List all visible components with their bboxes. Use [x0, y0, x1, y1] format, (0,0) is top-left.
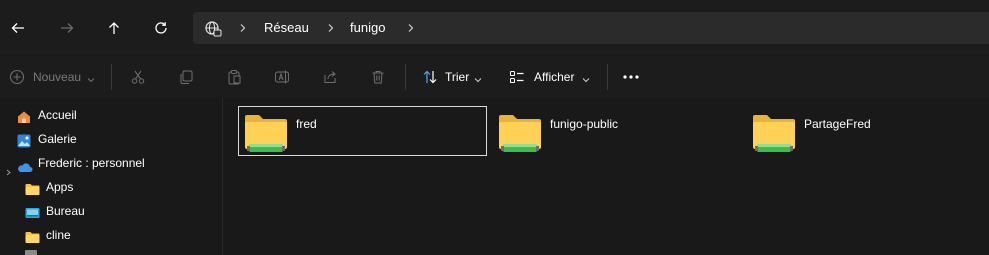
- back-button[interactable]: [4, 14, 32, 42]
- list-item-folder-fred[interactable]: fred: [238, 106, 487, 156]
- onedrive-cloud-icon: [17, 157, 33, 172]
- sidebar-item-cline[interactable]: cline: [0, 223, 222, 247]
- sort-arrows-icon: [418, 66, 442, 88]
- toolbar-divider: [607, 64, 608, 90]
- partial-sidebar-icon: [25, 250, 37, 255]
- arrow-left-icon: [11, 23, 24, 33]
- shared-folder-icon: [244, 113, 288, 153]
- desktop-icon: [25, 204, 40, 218]
- shared-folder-icon: [498, 113, 542, 153]
- sidebar-item-onedrive[interactable]: Frederic : personnel: [0, 151, 222, 176]
- view-button[interactable]: Afficher: [503, 56, 598, 98]
- command-toolbar: Nouveau Trier Afficher: [0, 56, 989, 98]
- chevron-down-icon: [582, 73, 590, 87]
- shared-folder-icon: [752, 113, 796, 153]
- breadcrumb-dropdown-chevron-icon[interactable]: [406, 12, 416, 44]
- home-icon: [17, 108, 31, 123]
- plus-circle-icon: [5, 66, 29, 88]
- share-icon[interactable]: [318, 66, 342, 88]
- arrow-right-icon: [61, 23, 74, 33]
- view-button-label: Afficher: [534, 70, 575, 84]
- list-item-folder-partagefred[interactable]: PartageFred: [746, 106, 989, 156]
- breadcrumb-reseau[interactable]: Réseau: [264, 12, 309, 44]
- chevron-down-icon: [87, 73, 95, 87]
- chevron-down-icon: [474, 73, 482, 87]
- navigation-pane: Accueil Galerie Frederic : personnel App…: [0, 98, 223, 255]
- refresh-icon: [155, 22, 167, 34]
- rename-icon[interactable]: [270, 66, 294, 88]
- file-list-view: fred funigo-public PartageFred: [223, 98, 989, 255]
- folder-icon: [25, 180, 40, 195]
- paste-icon[interactable]: [222, 66, 246, 88]
- address-bar[interactable]: Réseau funigo: [193, 12, 989, 44]
- sidebar-item-galerie[interactable]: Galerie: [0, 127, 222, 151]
- up-button[interactable]: [100, 14, 128, 42]
- refresh-button[interactable]: [147, 14, 175, 42]
- breadcrumb-funigo[interactable]: funigo: [350, 12, 385, 44]
- sidebar-item-bureau[interactable]: Bureau: [0, 199, 222, 223]
- folder-icon: [25, 228, 40, 243]
- folder-name: fred: [296, 117, 317, 131]
- breadcrumb-separator-icon: [326, 12, 336, 44]
- forward-button[interactable]: [53, 14, 81, 42]
- toolbar-divider: [111, 64, 112, 90]
- delete-icon[interactable]: [366, 66, 390, 88]
- breadcrumb-separator-icon: [238, 12, 248, 44]
- copy-icon[interactable]: [174, 66, 198, 88]
- new-button[interactable]: Nouveau: [0, 56, 110, 98]
- more-horizontal-icon[interactable]: [619, 66, 643, 88]
- sidebar-item-accueil[interactable]: Accueil: [0, 103, 222, 127]
- folder-name: PartageFred: [804, 117, 871, 131]
- folder-name: funigo-public: [550, 117, 619, 131]
- view-layout-icon: [505, 66, 529, 88]
- sidebar-item-apps[interactable]: Apps: [0, 175, 222, 199]
- arrow-up-icon: [109, 22, 119, 34]
- sort-button-label: Trier: [445, 70, 470, 84]
- new-button-label: Nouveau: [33, 70, 82, 84]
- sort-button[interactable]: Trier: [412, 56, 492, 98]
- toolbar-divider: [405, 64, 406, 90]
- network-globe-icon: [204, 20, 222, 38]
- list-item-folder-funigo-public[interactable]: funigo-public: [492, 106, 741, 156]
- cut-icon[interactable]: [126, 66, 150, 88]
- gallery-icon: [17, 132, 31, 148]
- navigation-bar: Réseau funigo: [0, 0, 989, 55]
